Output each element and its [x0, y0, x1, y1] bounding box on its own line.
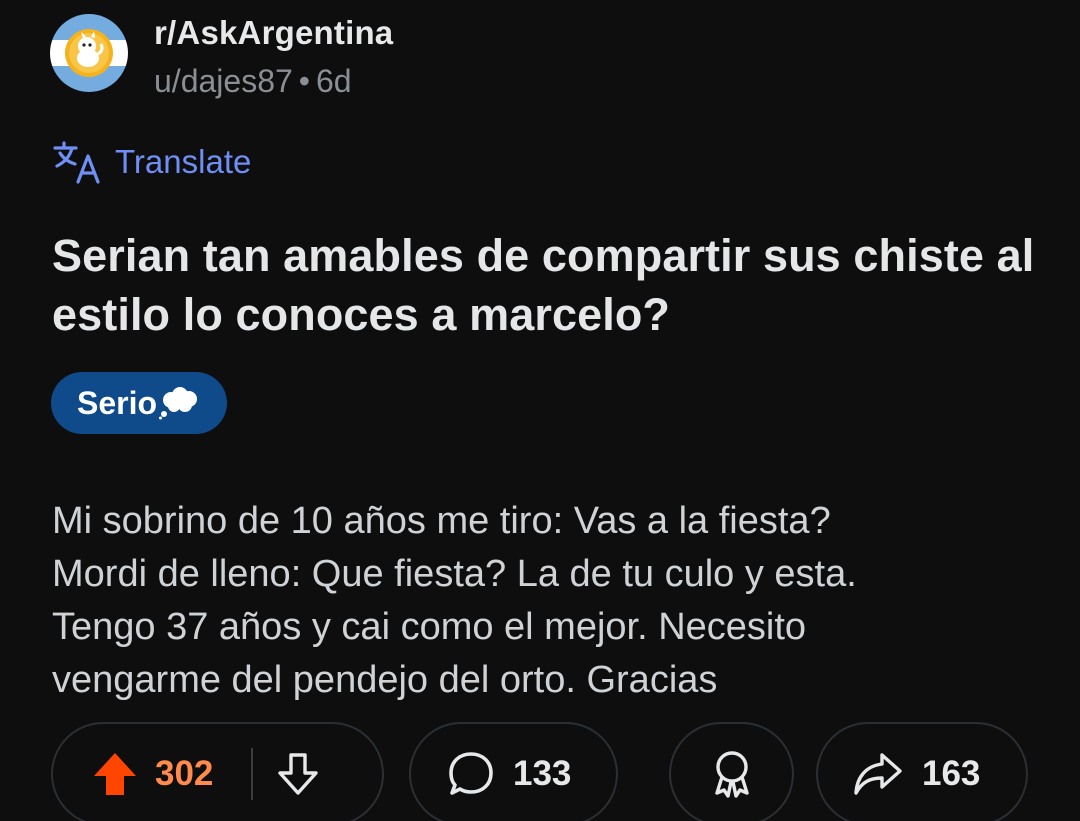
upvote-count: 302	[155, 754, 214, 793]
post-flair[interactable]: Serio	[51, 372, 228, 434]
post-byline: u/dajes87 • 6d	[154, 61, 393, 101]
post-title[interactable]: Serian tan amables de compartir sus chis…	[52, 226, 1042, 344]
post-age: 6d	[315, 63, 352, 99]
award-button[interactable]	[669, 722, 794, 821]
post-header: r/AskArgentina u/dajes87 • 6d	[50, 14, 393, 101]
author-name[interactable]: u/dajes87	[154, 63, 293, 99]
vote-bar: 302	[51, 722, 384, 821]
body-line: Mi sobrino de 10 años me tiro: Vas a la …	[52, 500, 831, 542]
downvote-arrow-icon[interactable]	[275, 751, 321, 797]
share-arrow-icon	[854, 753, 902, 795]
share-button[interactable]: 163	[816, 722, 1028, 821]
translate-icon	[53, 141, 100, 184]
post-body: Mi sobrino de 10 años me tiro: Vas a la …	[52, 495, 1042, 707]
comments-button[interactable]: 133	[409, 722, 618, 821]
comment-count: 133	[513, 754, 572, 793]
translate-label: Translate	[115, 143, 252, 180]
subreddit-name[interactable]: r/AskArgentina	[154, 13, 393, 53]
vote-divider	[251, 748, 254, 800]
body-line: Tengo 37 años y cai como el mejor. Neces…	[52, 606, 807, 648]
body-line: Mordi de lleno: Que fiesta? La de tu cul…	[52, 553, 857, 595]
argentina-flag-avatar-icon	[50, 14, 128, 92]
flair-label: Serio	[77, 384, 158, 421]
byline-separator: •	[298, 63, 310, 99]
post-meta: r/AskArgentina u/dajes87 • 6d	[154, 13, 393, 101]
share-count: 163	[922, 754, 981, 793]
comment-bubble-icon	[449, 752, 493, 795]
subreddit-avatar[interactable]	[50, 14, 128, 92]
body-line: vengarme del pendejo del orto. Gracias	[52, 659, 718, 701]
upvote-arrow-icon[interactable]	[91, 750, 139, 798]
thought-balloon-icon	[159, 387, 198, 420]
award-icon	[714, 751, 749, 798]
translate-button[interactable]: Translate	[52, 140, 251, 184]
